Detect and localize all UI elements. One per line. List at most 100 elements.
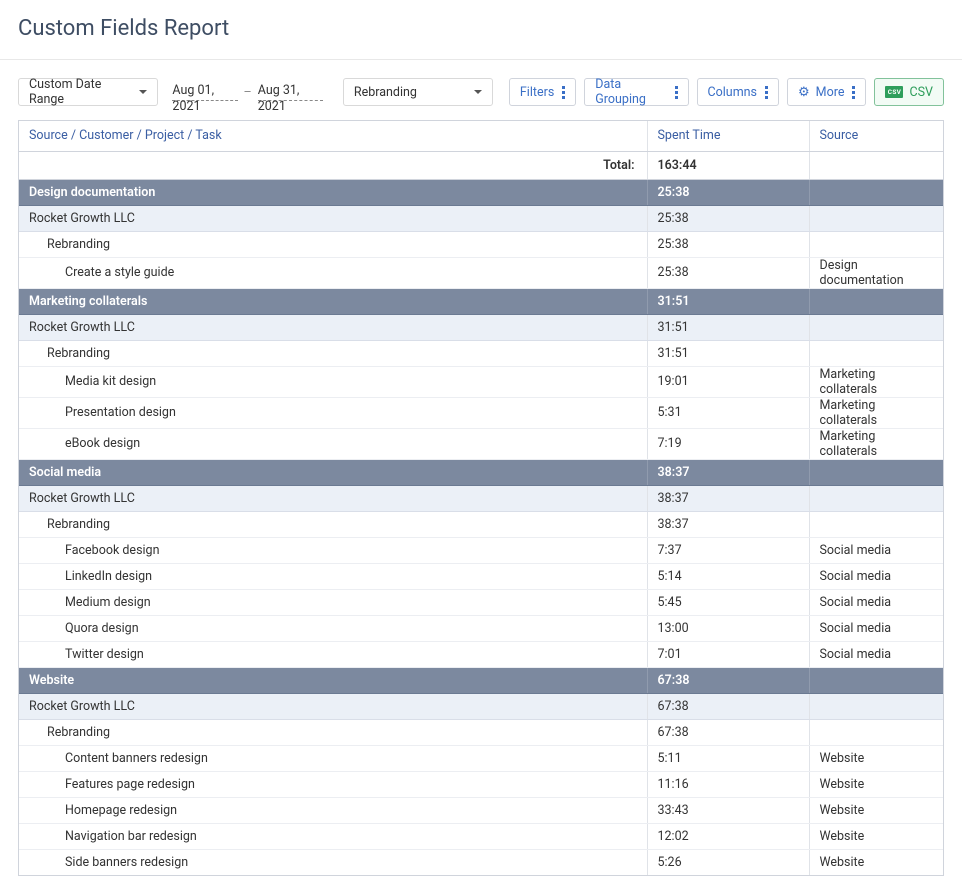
task-row[interactable]: Presentation design5:31Marketing collate…	[19, 397, 943, 428]
date-mode-label: Custom Date Range	[29, 77, 127, 107]
group-row[interactable]: Website67:38	[19, 667, 943, 693]
customer-source	[809, 205, 943, 231]
task-row[interactable]: Medium design5:45Social media	[19, 589, 943, 615]
vertical-dots-icon	[675, 86, 678, 99]
task-time: 33:43	[647, 797, 809, 823]
toolbar: Custom Date Range Aug 01, 2021 – Aug 31,…	[0, 60, 962, 120]
customer-time: 25:38	[647, 205, 809, 231]
group-time: 38:37	[647, 459, 809, 485]
task-row[interactable]: Features page redesign11:16Website	[19, 771, 943, 797]
group-source	[809, 288, 943, 314]
task-name: Presentation design	[19, 397, 647, 428]
task-row[interactable]: Navigation bar redesign12:02Website	[19, 823, 943, 849]
task-time: 7:37	[647, 537, 809, 563]
vertical-dots-icon	[765, 86, 768, 99]
customer-row[interactable]: Rocket Growth LLC38:37	[19, 485, 943, 511]
group-source	[809, 459, 943, 485]
header-path[interactable]: Source / Customer / Project / Task	[19, 121, 647, 151]
task-time: 5:31	[647, 397, 809, 428]
project-source	[809, 231, 943, 257]
customer-name: Rocket Growth LLC	[19, 693, 647, 719]
task-source: Marketing collaterals	[809, 397, 943, 428]
task-row[interactable]: Create a style guide25:38Design document…	[19, 257, 943, 288]
project-time: 25:38	[647, 231, 809, 257]
task-name: Media kit design	[19, 366, 647, 397]
task-row[interactable]: Twitter design7:01Social media	[19, 641, 943, 667]
task-row[interactable]: LinkedIn design5:14Social media	[19, 563, 943, 589]
task-source: Social media	[809, 537, 943, 563]
table-header-row: Source / Customer / Project / Task Spent…	[19, 121, 943, 151]
task-row[interactable]: eBook design7:19Marketing collaterals	[19, 428, 943, 459]
project-source	[809, 511, 943, 537]
task-row[interactable]: Facebook design7:37Social media	[19, 537, 943, 563]
group-time: 31:51	[647, 288, 809, 314]
project-name: Rebranding	[19, 231, 647, 257]
customer-source	[809, 485, 943, 511]
group-time: 67:38	[647, 667, 809, 693]
project-row[interactable]: Rebranding31:51	[19, 340, 943, 366]
csv-export-button[interactable]: CSV CSV	[874, 78, 944, 106]
task-time: 12:02	[647, 823, 809, 849]
project-row[interactable]: Rebranding67:38	[19, 719, 943, 745]
task-time: 7:19	[647, 428, 809, 459]
group-row[interactable]: Design documentation25:38	[19, 179, 943, 205]
task-time: 25:38	[647, 257, 809, 288]
project-row[interactable]: Rebranding25:38	[19, 231, 943, 257]
date-separator: –	[244, 85, 252, 100]
task-row[interactable]: Side banners redesign5:26Website	[19, 849, 943, 875]
report-table-container: Source / Customer / Project / Task Spent…	[18, 120, 944, 876]
group-row[interactable]: Social media38:37	[19, 459, 943, 485]
report-table: Source / Customer / Project / Task Spent…	[19, 121, 943, 875]
project-name: Rebranding	[19, 719, 647, 745]
data-grouping-button[interactable]: Data Grouping	[584, 78, 688, 106]
task-name: Facebook design	[19, 537, 647, 563]
group-row[interactable]: Marketing collaterals31:51	[19, 288, 943, 314]
task-row[interactable]: Content banners redesign5:11Website	[19, 745, 943, 771]
project-filter-label: Rebranding	[354, 85, 417, 100]
task-time: 5:45	[647, 589, 809, 615]
task-name: eBook design	[19, 428, 647, 459]
task-source: Social media	[809, 615, 943, 641]
task-name: Navigation bar redesign	[19, 823, 647, 849]
date-to[interactable]: Aug 31, 2021	[258, 83, 323, 101]
customer-row[interactable]: Rocket Growth LLC25:38	[19, 205, 943, 231]
project-time: 31:51	[647, 340, 809, 366]
customer-time: 67:38	[647, 693, 809, 719]
customer-name: Rocket Growth LLC	[19, 485, 647, 511]
task-source: Marketing collaterals	[809, 428, 943, 459]
caret-down-icon	[474, 90, 482, 94]
customer-row[interactable]: Rocket Growth LLC67:38	[19, 693, 943, 719]
task-source: Website	[809, 771, 943, 797]
caret-down-icon	[139, 90, 147, 94]
project-row[interactable]: Rebranding38:37	[19, 511, 943, 537]
task-row[interactable]: Quora design13:00Social media	[19, 615, 943, 641]
date-from[interactable]: Aug 01, 2021	[172, 83, 237, 101]
task-source: Website	[809, 745, 943, 771]
filters-button[interactable]: Filters	[509, 78, 576, 106]
task-time: 5:26	[647, 849, 809, 875]
customer-row[interactable]: Rocket Growth LLC31:51	[19, 314, 943, 340]
project-source	[809, 340, 943, 366]
task-name: Medium design	[19, 589, 647, 615]
header-source[interactable]: Source	[809, 121, 943, 151]
csv-icon: CSV	[885, 86, 903, 98]
task-name: Twitter design	[19, 641, 647, 667]
task-row[interactable]: Media kit design19:01Marketing collatera…	[19, 366, 943, 397]
project-filter-dropdown[interactable]: Rebranding	[343, 78, 493, 106]
task-name: Features page redesign	[19, 771, 647, 797]
columns-label: Columns	[708, 85, 758, 100]
task-name: Homepage redesign	[19, 797, 647, 823]
header-time[interactable]: Spent Time	[647, 121, 809, 151]
task-time: 7:01	[647, 641, 809, 667]
task-source: Website	[809, 823, 943, 849]
more-button[interactable]: ⚙ More	[787, 78, 866, 106]
task-source: Marketing collaterals	[809, 366, 943, 397]
task-time: 13:00	[647, 615, 809, 641]
columns-button[interactable]: Columns	[697, 78, 780, 106]
total-time: 163:44	[647, 151, 809, 179]
customer-name: Rocket Growth LLC	[19, 205, 647, 231]
date-mode-dropdown[interactable]: Custom Date Range	[18, 78, 158, 106]
customer-time: 31:51	[647, 314, 809, 340]
customer-source	[809, 314, 943, 340]
task-row[interactable]: Homepage redesign33:43Website	[19, 797, 943, 823]
